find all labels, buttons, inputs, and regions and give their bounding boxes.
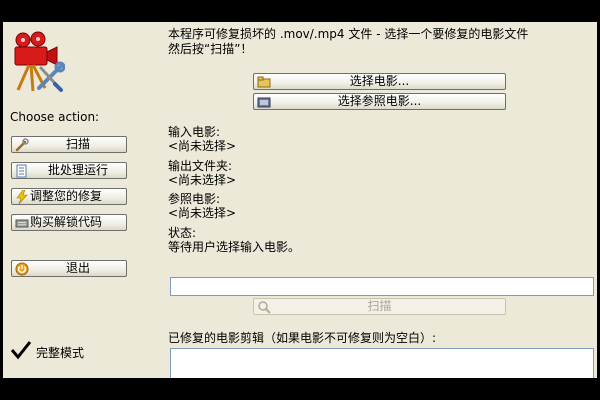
wrench-icon [15, 138, 29, 152]
magnifier-icon [258, 301, 271, 314]
screen-frame: Choose action: 扫描 批处理运行 调整您的修复 购买解锁代码 退出… [0, 0, 600, 400]
description-line-1: 本程序可修复损坏的 .mov/.mp4 文件 - 选择一个要修复的电影文件 [168, 27, 529, 41]
app-window: Choose action: 扫描 批处理运行 调整您的修复 购买解锁代码 退出… [3, 22, 597, 378]
reference-movie-label: 参照电影: [168, 192, 221, 206]
select-movie-button[interactable]: 选择电影... [253, 73, 506, 90]
batch-icon [16, 164, 27, 178]
repaired-clips-label: 已修复的电影剪辑（如果电影不可修复则为空白）: [168, 331, 437, 345]
adjust-repair-button[interactable]: 调整您的修复 [11, 188, 127, 205]
output-folder-value: <尚未选择> [168, 173, 237, 187]
folder-icon [257, 76, 271, 88]
output-folder-label: 输出文件夹: [168, 159, 233, 173]
batch-run-button[interactable]: 批处理运行 [11, 162, 127, 179]
checkmark-icon [10, 341, 32, 360]
film-icon [257, 97, 271, 108]
description-line-2: 然后按“扫描”！ [168, 42, 253, 56]
power-icon [15, 262, 29, 276]
description-text: 本程序可修复损坏的 .mov/.mp4 文件 - 选择一个要修复的电影文件 然后… [168, 27, 594, 57]
status-value: 等待用户选择输入电影。 [168, 240, 301, 254]
keyboard-icon [15, 219, 29, 228]
reference-movie-value: <尚未选择> [168, 206, 237, 220]
adjust-repair-button-label: 调整您的修复 [30, 189, 103, 203]
select-reference-button-label: 选择参照电影... [337, 94, 422, 108]
full-mode-label: 完整模式 [36, 346, 85, 360]
select-reference-button[interactable]: 选择参照电影... [253, 93, 506, 110]
progress-field [170, 277, 594, 296]
scan-sidebar-button-label: 扫描 [65, 137, 90, 151]
input-movie-label: 输入电影: [168, 125, 221, 139]
repaired-clips-box[interactable] [170, 348, 594, 378]
sidebar: Choose action: 扫描 批处理运行 调整您的修复 购买解锁代码 退出… [3, 22, 153, 378]
scan-button[interactable]: 扫描 [253, 298, 506, 315]
main-panel: 本程序可修复损坏的 .mov/.mp4 文件 - 选择一个要修复的电影文件 然后… [166, 22, 594, 378]
full-mode-indicator: 完整模式 [10, 340, 130, 360]
movie-camera-tools-icon [14, 31, 65, 92]
choose-action-label: Choose action: [10, 110, 100, 124]
lightning-icon [16, 190, 28, 204]
scan-button-label: 扫描 [367, 299, 392, 313]
input-movie-value: <尚未选择> [168, 139, 237, 153]
scan-sidebar-button[interactable]: 扫描 [11, 136, 127, 153]
select-movie-button-label: 选择电影... [349, 74, 410, 88]
exit-button[interactable]: 退出 [11, 260, 127, 277]
batch-run-button-label: 批处理运行 [47, 163, 108, 177]
exit-button-label: 退出 [65, 261, 90, 275]
buy-unlock-code-button-label: 购买解锁代码 [30, 215, 103, 229]
buy-unlock-code-button[interactable]: 购买解锁代码 [11, 214, 127, 231]
status-label: 状态: [168, 226, 197, 240]
